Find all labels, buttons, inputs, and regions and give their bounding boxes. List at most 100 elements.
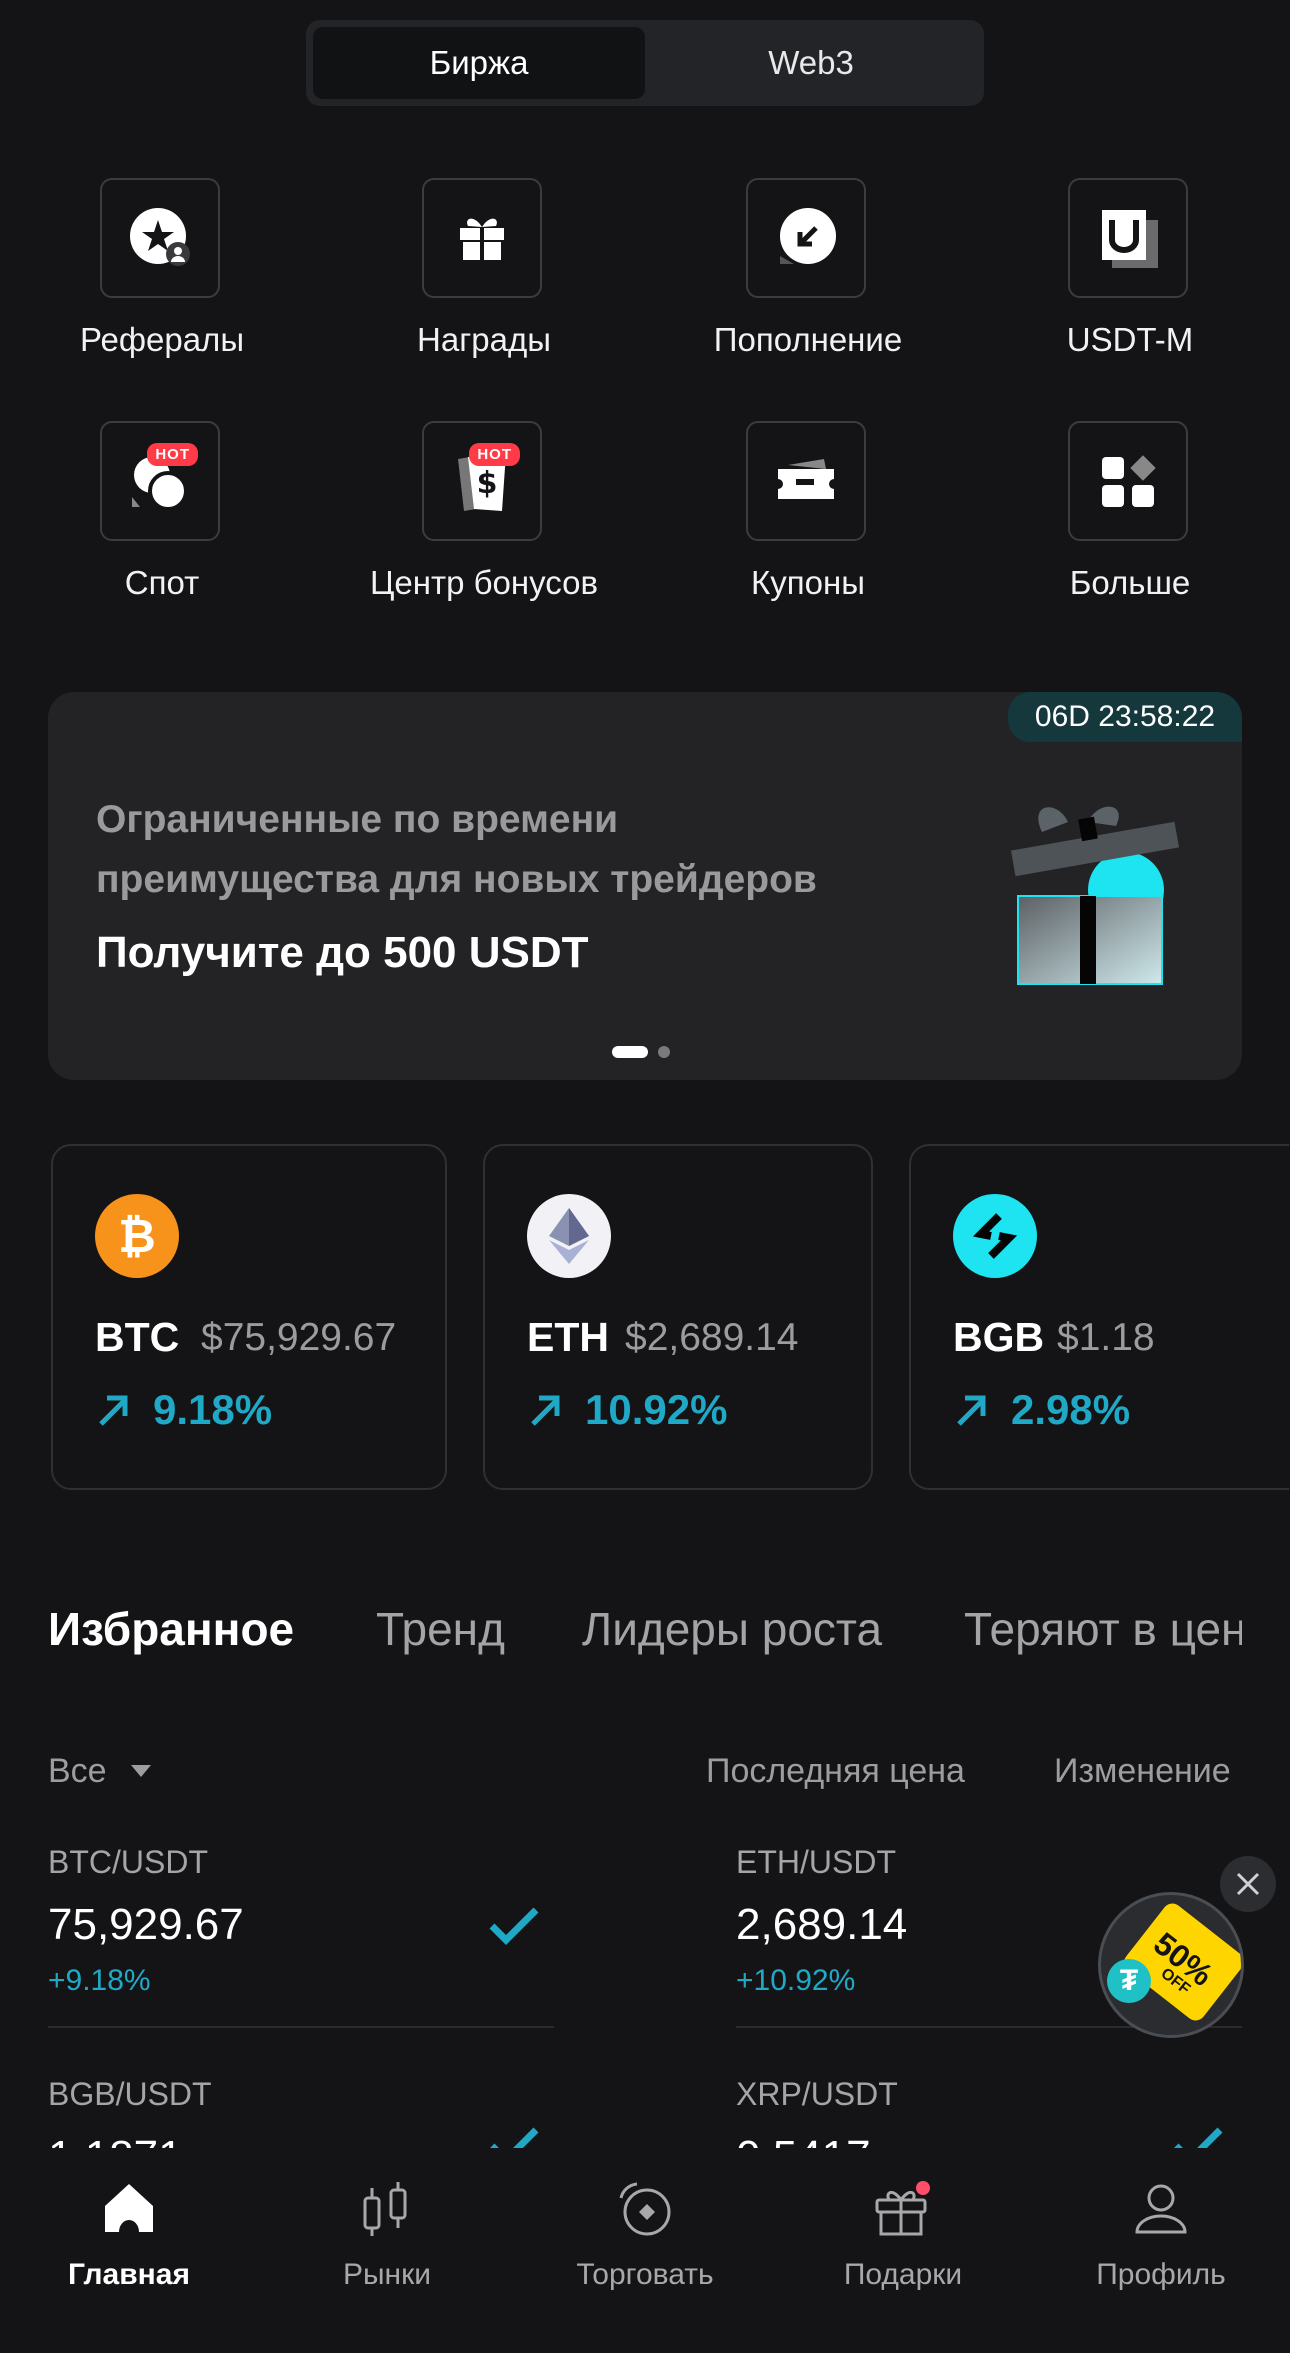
ethereum-icon [527,1194,611,1278]
pair-name: BTC/USDT [48,1844,208,1880]
nav-profile[interactable]: Профиль [1032,2148,1290,2353]
pair-price: 75,929.67 [48,1900,244,1949]
nav-home[interactable]: Главная [0,2148,258,2353]
last-price-header: Последняя цена [706,1752,965,1790]
filter-label: Все [48,1752,107,1790]
checkmark-icon[interactable] [1172,2126,1224,2148]
coin-change: 9.18% [95,1386,272,1434]
coin-card-eth[interactable]: ETH $2,689.14 10.92% [483,1144,873,1490]
tab-trend[interactable]: Тренд [376,1602,505,1656]
arrow-up-right-icon [99,1395,128,1426]
deposit-arrow-icon [746,178,866,298]
profile-icon [1135,2184,1187,2234]
hot-badge: HOT [147,443,198,466]
change-header: Изменение [1054,1752,1231,1790]
shortcut-deposit[interactable]: Пополнение [646,178,970,418]
shortcut-label: Центр бонусов [370,564,598,601]
pair-price: 2,689.14 [736,1900,908,1949]
pagination-dot-active [612,1046,648,1058]
coin-card-bgb[interactable]: BGB $1.18 2.98% [909,1144,1289,1490]
pair-price: 0.5417 [736,2132,871,2148]
segment-exchange[interactable]: Биржа [313,27,645,99]
coin-change: 2.98% [953,1386,1130,1434]
list-item[interactable]: BTC/USDT 75,929.67 +9.18% [48,1830,554,2030]
shortcut-label: Больше [1069,564,1191,601]
spot-icon: HOT [100,421,220,541]
tab-top-gainers[interactable]: Лидеры роста [582,1602,882,1656]
list-item[interactable]: XRP/USDT 0.5417 [736,2062,1242,2148]
nav-label: Профиль [1096,2258,1226,2291]
shortcut-more[interactable]: Больше [968,421,1290,661]
coin-symbol: BTC [95,1314,180,1360]
bottom-navigation: Главная Рынки Торговать Подарки Профиль [0,2148,1290,2353]
shortcut-label: Спот [124,564,200,601]
coin-change-value: 2.98% [1011,1386,1131,1433]
banner-subtitle: Ограниченные по времени преимущества для… [96,790,817,910]
coin-change: 10.92% [527,1386,727,1434]
shortcut-bonus-center[interactable]: $ HOT Центр бонусов [322,421,646,661]
pair-price: 1.1871 [48,2132,183,2148]
segment-web3[interactable]: Web3 [645,27,977,99]
checkmark-icon[interactable] [488,1906,540,1946]
promo-banner[interactable]: 06D 23:58:22 Ограниченные по времени пре… [48,692,1242,1080]
shortcut-label: USDT-M [1066,321,1194,358]
exchange-web3-switch: Биржа Web3 [306,20,984,106]
shortcut-label: Купоны [751,564,865,601]
coin-card-btc[interactable]: ₿ BTC $75,929.67 9.18% [51,1144,447,1490]
shortcut-coupons[interactable]: Купоны [646,421,970,661]
shortcut-label: Пополнение [713,321,903,358]
banner-subtitle-line2: преимущества для новых трейдеров [96,858,817,901]
bonus-ticket-icon: $ HOT [422,421,542,541]
pair-change: +10.92% [736,1964,856,1997]
tab-top-losers[interactable]: Теряют в цен [964,1602,1242,1656]
shortcut-label: Рефералы [79,321,245,358]
referral-star-icon [100,178,220,298]
close-promo-button[interactable] [1220,1856,1276,1912]
checkmark-icon[interactable] [488,2126,540,2148]
coin-symbol: BGB [953,1314,1045,1360]
nav-trade[interactable]: Торговать [516,2148,774,2353]
coupon-icon [746,421,866,541]
pair-name: ETH/USDT [736,1844,896,1880]
gift-box-illustration [988,792,1188,997]
pair-name: BGB/USDT [48,2076,212,2112]
pair-change: +9.18% [48,1964,151,1997]
arrow-up-right-icon [531,1395,560,1426]
coin-price: $75,929.67 [201,1316,397,1359]
filter-dropdown[interactable]: Все [48,1752,151,1791]
close-icon [1236,1872,1260,1896]
list-item[interactable]: BGB/USDT 1.1871 [48,2062,554,2148]
nav-gifts[interactable]: Подарки [774,2148,1032,2353]
coin-change-value: 9.18% [153,1386,273,1433]
pair-name: XRP/USDT [736,2076,898,2112]
nav-label: Главная [67,2258,190,2291]
markets-icon [363,2182,407,2236]
usdt-m-icon [1068,178,1188,298]
shortcut-referrals[interactable]: Рефералы [0,178,324,418]
bitcoin-icon: ₿ [95,1194,179,1278]
bitget-token-icon [953,1194,1037,1278]
banner-pagination [612,1046,670,1058]
row-divider [48,2026,554,2028]
nav-label: Подарки [843,2258,963,2291]
tether-icon: ₮ [1107,1959,1151,2003]
trade-icon [619,2182,671,2236]
pagination-dot [658,1046,670,1058]
svg-text:$: $ [477,466,498,501]
shortcut-usdt-m[interactable]: USDT-M [968,178,1290,418]
nav-label: Рынки [342,2258,432,2291]
banner-headline: Получите до 500 USDT [96,928,589,977]
coin-price: $1.18 [1057,1316,1155,1359]
shortcut-spot[interactable]: HOT Спот [0,421,324,661]
banner-subtitle-line1: Ограниченные по времени [96,798,619,841]
gift-icon [422,178,542,298]
caret-down-icon [130,1764,151,1777]
tab-clip: Теряют в цен [960,1596,1242,1666]
shortcut-rewards[interactable]: Награды [322,178,646,418]
hot-badge: HOT [469,443,520,466]
nav-markets[interactable]: Рынки [258,2148,516,2353]
nav-label: Торговать [576,2258,714,2291]
floating-promo-button[interactable]: 50% OFF ₮ [1098,1892,1244,2038]
tab-favorites[interactable]: Избранное [48,1602,294,1656]
countdown-timer: 06D 23:58:22 [1008,692,1242,742]
